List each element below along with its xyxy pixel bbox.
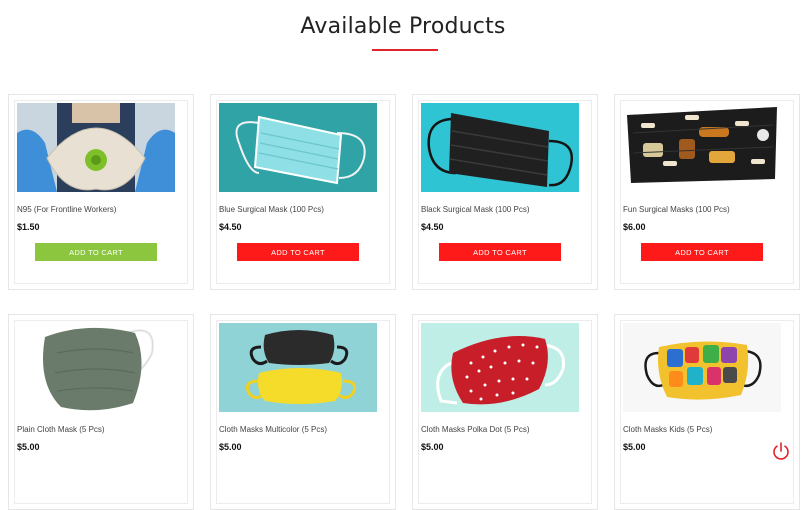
product-card: Cloth Masks Kids (5 Pcs) $5.00	[614, 314, 800, 510]
product-name[interactable]: Plain Cloth Mask (5 Pcs)	[17, 425, 105, 434]
product-card: Fun Surgical Masks (100 Pcs) $6.00 ADD T…	[614, 94, 800, 290]
product-grid: N95 (For Frontline Workers) $1.50 ADD TO…	[8, 94, 800, 510]
product-image-blue-surgical[interactable]	[219, 103, 377, 192]
product-price: $5.00	[623, 442, 646, 452]
product-name[interactable]: Cloth Masks Multicolor (5 Pcs)	[219, 425, 327, 434]
product-image-n95[interactable]	[17, 103, 175, 192]
product-card: Plain Cloth Mask (5 Pcs) $5.00	[8, 314, 194, 510]
product-image-kids-cloth[interactable]	[623, 323, 781, 412]
product-name[interactable]: Blue Surgical Mask (100 Pcs)	[219, 205, 324, 214]
product-image-polka-dot-cloth[interactable]	[421, 323, 579, 412]
product-price: $5.00	[17, 442, 40, 452]
product-name[interactable]: Cloth Masks Kids (5 Pcs)	[623, 425, 712, 434]
product-price: $4.50	[219, 222, 242, 232]
product-price: $6.00	[623, 222, 646, 232]
product-name[interactable]: Fun Surgical Masks (100 Pcs)	[623, 205, 730, 214]
add-to-cart-button[interactable]: ADD TO CART	[35, 243, 157, 261]
product-card: N95 (For Frontline Workers) $1.50 ADD TO…	[8, 94, 194, 290]
product-card: Blue Surgical Mask (100 Pcs) $4.50 ADD T…	[210, 94, 396, 290]
add-to-cart-button[interactable]: ADD TO CART	[641, 243, 763, 261]
product-price: $4.50	[421, 222, 444, 232]
add-to-cart-button[interactable]: ADD TO CART	[237, 243, 359, 261]
product-image-plain-cloth[interactable]	[17, 323, 175, 412]
product-name[interactable]: N95 (For Frontline Workers)	[17, 205, 116, 214]
product-name[interactable]: Cloth Masks Polka Dot (5 Pcs)	[421, 425, 529, 434]
power-icon[interactable]	[771, 441, 791, 461]
product-price: $5.00	[421, 442, 444, 452]
title-underline	[372, 49, 438, 51]
product-image-multicolor-cloth[interactable]	[219, 323, 377, 412]
product-card: Cloth Masks Multicolor (5 Pcs) $5.00	[210, 314, 396, 510]
add-to-cart-button[interactable]: ADD TO CART	[439, 243, 561, 261]
product-card: Black Surgical Mask (100 Pcs) $4.50 ADD …	[412, 94, 598, 290]
product-card: Cloth Masks Polka Dot (5 Pcs) $5.00	[412, 314, 598, 510]
product-image-fun-surgical[interactable]	[623, 103, 781, 192]
product-price: $1.50	[17, 222, 40, 232]
product-name[interactable]: Black Surgical Mask (100 Pcs)	[421, 205, 529, 214]
product-price: $5.00	[219, 442, 242, 452]
page-title: Available Products	[300, 14, 506, 39]
product-image-black-surgical[interactable]	[421, 103, 579, 192]
